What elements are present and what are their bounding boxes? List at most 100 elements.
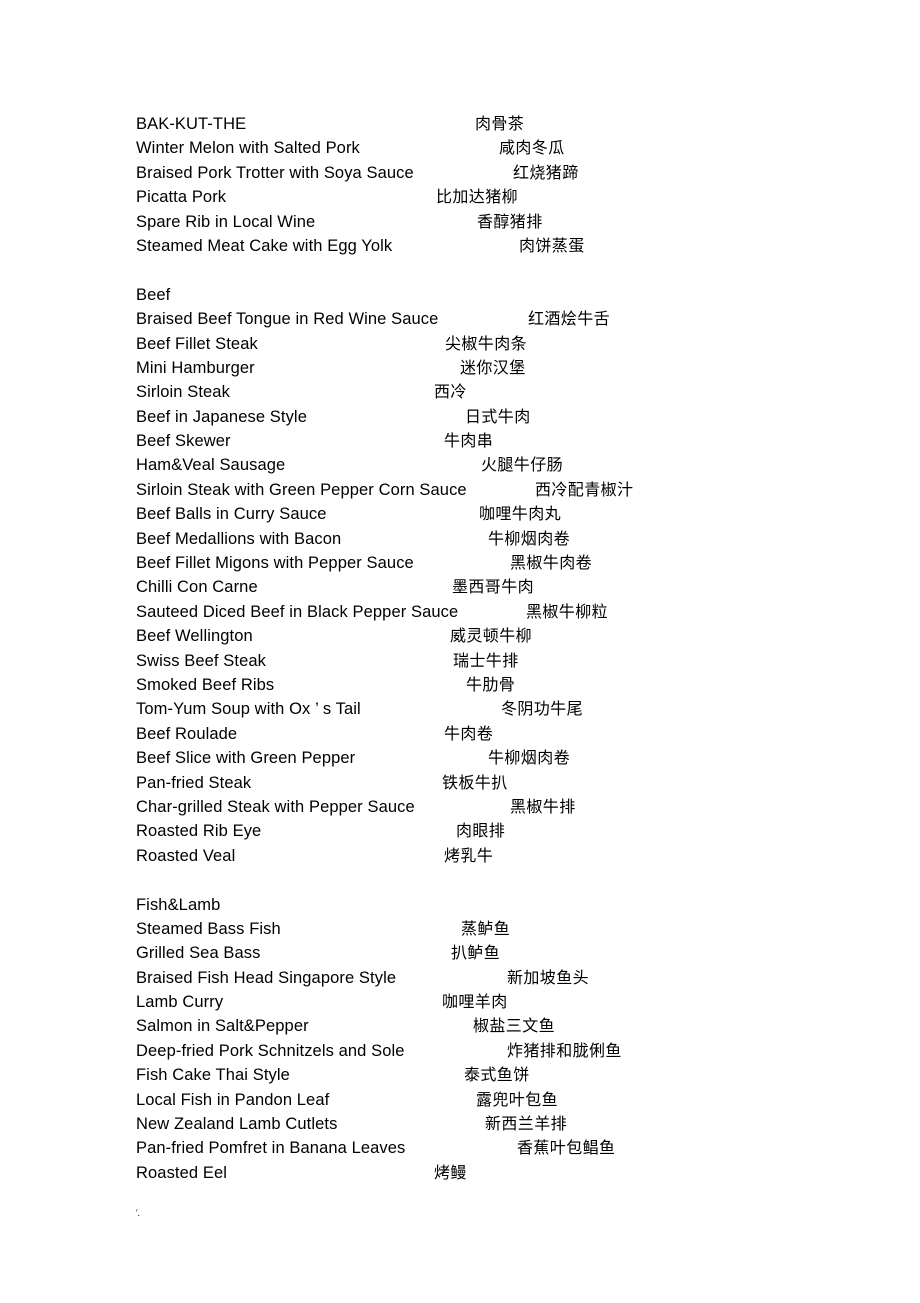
menu-item-name-zh: 红烧猪蹄 <box>513 162 579 182</box>
menu-item-name-en: Pan-fried Pomfret in Banana Leaves <box>136 1139 406 1158</box>
menu-item-name-zh: 露兜叶包鱼 <box>476 1089 559 1109</box>
menu-item-row: Sauteed Diced Beef in Black Pepper Sauce… <box>136 600 836 624</box>
menu-item-name-zh: 尖椒牛肉条 <box>445 333 528 353</box>
menu-item-row: Beef Fillet Migons with Pepper Sauce 黑椒牛肉… <box>136 551 836 575</box>
menu-item-name-zh: 肉眼排 <box>456 821 506 841</box>
menu-item-row: Pan-fried Pomfret in Banana Leaves 香蕉叶包鲳鱼 <box>136 1136 836 1160</box>
menu-item-name-en: Steamed Bass Fish <box>136 919 281 938</box>
menu-item-name-en: Picatta Pork <box>136 188 227 207</box>
menu-item-row: Deep-fried Pork Schnitzels and Sole 炸猪排和胧… <box>136 1039 836 1063</box>
menu-item-row: Roasted Veal 烤乳牛 <box>136 844 836 868</box>
menu-item-row: Salmon in Salt&Pepper 椒盐三文鱼 <box>136 1014 836 1038</box>
menu-item-row: Beef Slice with Green Pepper 牛柳烟肉卷 <box>136 746 836 770</box>
menu-content: BAK-KUT-THE 肉骨茶 Winter Melon with Salted P… <box>136 112 836 1185</box>
menu-item-name-en: Roasted Eel <box>136 1163 227 1182</box>
menu-item-row: Ham&Veal Sausage 火腿牛仔肠 <box>136 453 836 477</box>
menu-item-name-en: Beef Slice with Green Pepper <box>136 749 356 768</box>
menu-item-row: Chilli Con Carne 墨西哥牛肉 <box>136 575 836 599</box>
menu-item-name-en: Lamb Curry <box>136 993 224 1012</box>
menu-item-name-en: Swiss Beef Steak <box>136 651 266 670</box>
menu-item-name-en: Beef Fillet Steak <box>136 334 258 353</box>
menu-item-name-zh: 肉骨茶 <box>475 114 525 133</box>
menu-item-name-zh: 西冷配青椒汁 <box>535 479 634 499</box>
menu-item-name-en: Beef in Japanese Style <box>136 407 307 426</box>
menu-item-name-en: Char-grilled Steak with Pepper Sauce <box>136 797 415 816</box>
menu-item-row: Grilled Sea Bass 扒鲈鱼 <box>136 941 836 965</box>
menu-item-name-zh: 椒盐三文鱼 <box>473 1016 556 1036</box>
menu-item-name-en: Sirloin Steak <box>136 383 230 402</box>
menu-item-row: Swiss Beef Steak 瑞士牛排 <box>136 649 836 673</box>
menu-item-name-en: Pan-fried Steak <box>136 773 252 792</box>
menu-item-name-zh: 黑椒牛肉卷 <box>510 553 593 573</box>
menu-item-name-en: Tom-Yum Soup with Ox ’ s Tail <box>136 700 361 719</box>
menu-item-name-en: Braised Fish Head Singapore Style <box>136 968 397 987</box>
menu-item-name-zh: 黑椒牛排 <box>510 796 576 816</box>
menu-item-row: Char-grilled Steak with Pepper Sauce 黑椒牛排 <box>136 795 836 819</box>
menu-item-name-zh: 火腿牛仔肠 <box>481 455 564 475</box>
menu-item-row: Beef Roulade 牛肉卷 <box>136 722 836 746</box>
menu-item-name-zh: 牛柳烟肉卷 <box>488 748 571 768</box>
page-footer-mark: '. <box>136 1208 140 1218</box>
menu-item-name-zh: 牛柳烟肉卷 <box>488 528 571 548</box>
menu-item-name-zh: 扒鲈鱼 <box>451 943 501 963</box>
menu-item-name-en: Roasted Rib Eye <box>136 822 262 841</box>
menu-item-name-en: Braised Beef Tongue in Red Wine Sauce <box>136 310 439 329</box>
menu-item-row: Fish Cake Thai Style 泰式鱼饼 <box>136 1063 836 1087</box>
menu-item-name-zh: 肉饼蒸蛋 <box>519 235 585 255</box>
menu-item-name-zh: 咖哩牛肉丸 <box>479 504 562 524</box>
menu-item-row: Steamed Bass Fish 蒸鲈鱼 <box>136 917 836 941</box>
menu-item-name-zh: 西冷 <box>434 382 467 402</box>
menu-item-name-zh: 瑞士牛排 <box>453 650 519 670</box>
section-heading-label: Beef <box>136 285 171 304</box>
menu-item-row: Local Fish in Pandon Leaf 露兜叶包鱼 <box>136 1088 836 1112</box>
menu-item-name-en: Deep-fried Pork Schnitzels and Sole <box>136 1041 405 1060</box>
menu-item-row: Steamed Meat Cake with Egg Yolk 肉饼蒸蛋 <box>136 234 836 258</box>
menu-item-row: Pan-fried Steak 铁板牛扒 <box>136 771 836 795</box>
menu-item-name-zh: 烤乳牛 <box>444 845 494 865</box>
menu-item-row: Picatta Pork 比加达猪柳 <box>136 185 836 209</box>
menu-item-row: Sirloin Steak with Green Pepper Corn Sau… <box>136 478 836 502</box>
menu-item-name-en: Salmon in Salt&Pepper <box>136 1017 309 1036</box>
menu-item-row: Mini Hamburger 迷你汉堡 <box>136 356 836 380</box>
menu-item-name-en: Steamed Meat Cake with Egg Yolk <box>136 236 393 255</box>
menu-item-name-en: Smoked Beef Ribs <box>136 675 275 694</box>
menu-item-row: Lamb Curry 咖哩羊肉 <box>136 990 836 1014</box>
menu-item-name-zh: 黑椒牛柳粒 <box>526 601 609 621</box>
menu-item-row: Beef Skewer 牛肉串 <box>136 429 836 453</box>
menu-item-name-zh: 日式牛肉 <box>465 406 531 426</box>
menu-item-name-en: Beef Skewer <box>136 432 231 451</box>
menu-item-name-zh: 蒸鲈鱼 <box>461 918 511 938</box>
menu-item-row: Roasted Eel 烤鳗 <box>136 1161 836 1185</box>
menu-item-name-en: Spare Rib in Local Wine <box>136 212 316 231</box>
menu-item-name-en: Winter Melon with Salted Pork <box>136 139 360 158</box>
menu-item-row: Braised Fish Head Singapore Style 新加坡鱼头 <box>136 966 836 990</box>
menu-item-name-en: Chilli Con Carne <box>136 578 258 597</box>
menu-item-row: Braised Beef Tongue in Red Wine Sauce 红酒烩… <box>136 307 836 331</box>
menu-item-name-en: BAK-KUT-THE <box>136 115 247 133</box>
menu-item-row: Tom-Yum Soup with Ox ’ s Tail 冬阴功牛尾 <box>136 697 836 721</box>
menu-item-name-en: Local Fish in Pandon Leaf <box>136 1090 330 1109</box>
menu-item-name-zh: 香蕉叶包鲳鱼 <box>517 1138 616 1158</box>
menu-item-row: Winter Melon with Salted Pork 咸肉冬瓜 <box>136 136 836 160</box>
menu-item-row: Sirloin Steak 西冷 <box>136 380 836 404</box>
menu-item-name-zh: 比加达猪柳 <box>436 187 519 207</box>
menu-item-name-en: Fish Cake Thai Style <box>136 1066 290 1085</box>
menu-item-name-zh: 威灵顿牛柳 <box>450 626 533 646</box>
menu-item-name-en: Beef Medallions with Bacon <box>136 529 342 548</box>
menu-item-row: Beef Balls in Curry Sauce 咖哩牛肉丸 <box>136 502 836 526</box>
menu-item-name-zh: 炸猪排和胧俐鱼 <box>507 1040 622 1060</box>
section-heading: Fish&Lamb <box>136 893 836 917</box>
menu-item-name-zh: 迷你汉堡 <box>460 357 526 377</box>
menu-item-name-zh: 冬阴功牛尾 <box>501 699 584 719</box>
menu-item-row: Smoked Beef Ribs 牛肋骨 <box>136 673 836 697</box>
menu-item-name-zh: 牛肉卷 <box>444 723 494 743</box>
menu-item-row: Roasted Rib Eye 肉眼排 <box>136 819 836 843</box>
menu-item-name-en: Beef Fillet Migons with Pepper Sauce <box>136 554 414 573</box>
menu-item-name-zh: 香醇猪排 <box>477 211 543 231</box>
menu-item-name-zh: 烤鳗 <box>434 1162 467 1182</box>
section-heading-label: Fish&Lamb <box>136 895 221 914</box>
menu-item-name-zh: 咖哩羊肉 <box>442 992 508 1012</box>
menu-item-name-zh: 红酒烩牛舌 <box>528 309 611 329</box>
